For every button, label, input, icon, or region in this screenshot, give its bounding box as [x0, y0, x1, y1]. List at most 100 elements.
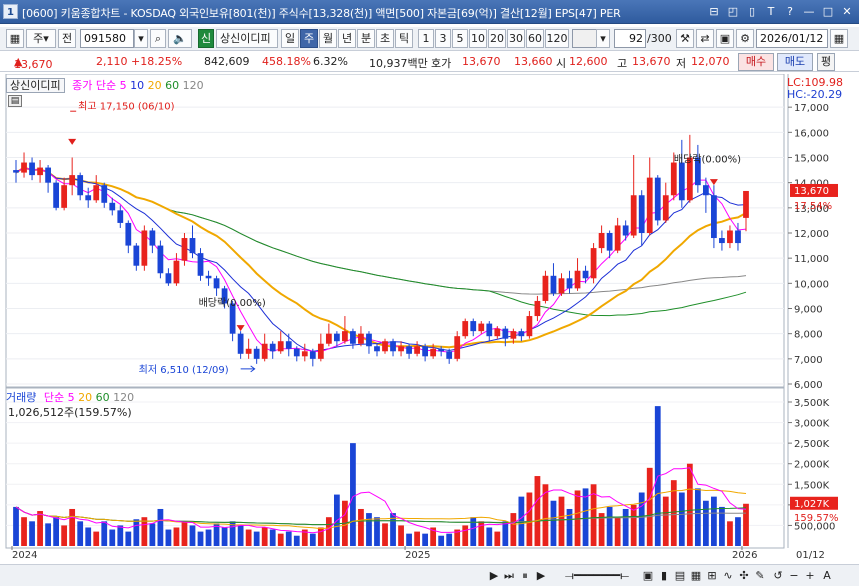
volume-tick-label: 3,000K [794, 419, 830, 430]
candle-body [566, 278, 573, 289]
bid-label: 호가 [431, 57, 452, 70]
interval-10[interactable]: 10 [469, 29, 487, 48]
period-tick[interactable]: 틱 [395, 29, 413, 48]
zoom-slider[interactable]: ⟞━━━━━━━⟝ [556, 568, 638, 584]
candle-body [446, 351, 453, 359]
crosshair-icon[interactable]: ✣ [737, 568, 751, 584]
interval-3[interactable]: 3 [435, 29, 451, 48]
stock-code-input[interactable]: 091580 [80, 29, 134, 48]
volume-tick-label: 2,500K [794, 439, 830, 450]
volume-bar [622, 508, 629, 546]
evaluation-button[interactable]: 평 [817, 53, 835, 71]
data-table-icon[interactable]: ▤ [8, 95, 22, 107]
volume-bar [29, 521, 35, 546]
search-icon[interactable]: ⌕ [150, 29, 166, 48]
layout-icon[interactable]: ▯ [744, 3, 760, 20]
bar-chart-icon[interactable]: ▤ [673, 568, 687, 584]
interval-60[interactable]: 60 [526, 29, 544, 48]
candle-count-input[interactable]: 92 [614, 29, 646, 48]
volume-bar [366, 513, 372, 546]
candle-body [181, 238, 188, 261]
date-input[interactable]: 2026/01/12 [756, 29, 828, 48]
candle-body [606, 233, 613, 251]
trend-line-icon[interactable]: ∿ [721, 568, 735, 584]
volume-bar [325, 517, 332, 546]
candle-body [309, 351, 316, 359]
minimize-button[interactable]: — [801, 3, 817, 20]
draw-icon[interactable]: ✎ [753, 568, 767, 584]
price-tick-label: 9,000 [794, 305, 823, 316]
candle-body [29, 162, 35, 176]
x-axis-right-date: 01/12 [796, 550, 825, 561]
zoom-out-icon[interactable]: − [787, 568, 801, 584]
pause-icon[interactable]: ⏸ [518, 568, 532, 584]
calendar-icon[interactable]: ▦ [830, 29, 848, 48]
volume-bar [743, 503, 749, 546]
candle-body [735, 230, 741, 244]
link-icon[interactable]: ⊟ [706, 3, 722, 20]
vol-ma60-legend: 60 [95, 391, 110, 404]
code-dropdown-icon[interactable]: ▾ [134, 29, 148, 48]
mode-select[interactable]: 주▾ [26, 29, 56, 48]
period-week[interactable]: 주 [300, 29, 318, 48]
sell-button[interactable]: 매도 [777, 53, 813, 71]
grid-icon[interactable]: ▦ [689, 568, 703, 584]
lock-icon[interactable]: ▣ [641, 568, 655, 584]
custom-interval-dropdown-icon[interactable]: ▾ [596, 29, 610, 48]
candle-body [317, 343, 324, 359]
font-icon[interactable]: T [763, 3, 779, 20]
price-panel-name[interactable]: 상신이디피 [6, 78, 65, 93]
volume-bar [221, 527, 228, 546]
window-buttons: ⊟ ◰ ▯ T ? — □ ✕ [706, 3, 855, 20]
period-day[interactable]: 일 [281, 29, 299, 48]
reset-icon[interactable]: ↺ [771, 568, 785, 584]
volume-bar [125, 531, 132, 546]
layout-grid-icon[interactable]: ▦ [6, 29, 24, 48]
candle-body [678, 162, 685, 201]
tools-icon[interactable]: ⚒ [676, 29, 694, 48]
speaker-icon[interactable]: 🔈 [168, 29, 192, 48]
volume-bar [261, 527, 268, 546]
price-tick-label: 10,000 [794, 279, 829, 290]
close-button[interactable]: ✕ [839, 3, 855, 20]
candle-body [598, 233, 605, 249]
current-price: 13,670 ▲ [14, 55, 53, 71]
maximize-button[interactable]: □ [820, 3, 836, 20]
period-second[interactable]: 초 [376, 29, 394, 48]
interval-5[interactable]: 5 [452, 29, 468, 48]
current-price-value: 13,670 [14, 58, 53, 71]
compare-icon[interactable]: ⇄ [696, 29, 714, 48]
volume-bar [117, 525, 124, 546]
settings-gear-icon[interactable]: ⚙ [736, 29, 754, 48]
volume-bar [606, 506, 613, 546]
chart-type-icon[interactable]: ▮ [657, 568, 671, 584]
candle-body [534, 300, 541, 317]
help-icon[interactable]: ? [782, 3, 798, 20]
candle-body [430, 348, 437, 357]
period-year[interactable]: 년 [338, 29, 356, 48]
interval-120[interactable]: 120 [545, 29, 569, 48]
price-tick-label: 12,000 [794, 229, 829, 240]
candle-body [173, 260, 180, 284]
interval-20[interactable]: 20 [488, 29, 506, 48]
zoom-in-icon[interactable]: + [803, 568, 817, 584]
market-toggle[interactable]: 전 [58, 29, 76, 48]
volume-bar [109, 529, 116, 546]
period-month[interactable]: 월 [319, 29, 337, 48]
indicator-icon[interactable]: ⊞ [705, 568, 719, 584]
scroll-end-icon[interactable]: ⏭ [502, 568, 516, 584]
period-minute[interactable]: 분 [357, 29, 375, 48]
buy-button[interactable]: 매수 [738, 53, 774, 71]
volume-panel-name[interactable]: 거래량 [6, 391, 36, 404]
vol-ma5-legend: 5 [67, 391, 75, 404]
ask-price: 13,660 [514, 55, 553, 68]
save-icon[interactable]: ▣ [716, 29, 734, 48]
scroll-right-icon[interactable]: ▶ [488, 568, 500, 584]
tile-icon[interactable]: ◰ [725, 3, 741, 20]
interval-30[interactable]: 30 [507, 29, 525, 48]
play-icon[interactable]: ▶ [534, 568, 548, 584]
low-annotation: 최저 6,510 (12/09) [139, 364, 229, 376]
volume-bar [374, 517, 380, 546]
interval-1[interactable]: 1 [418, 29, 434, 48]
font-size-icon[interactable]: A [820, 568, 834, 584]
